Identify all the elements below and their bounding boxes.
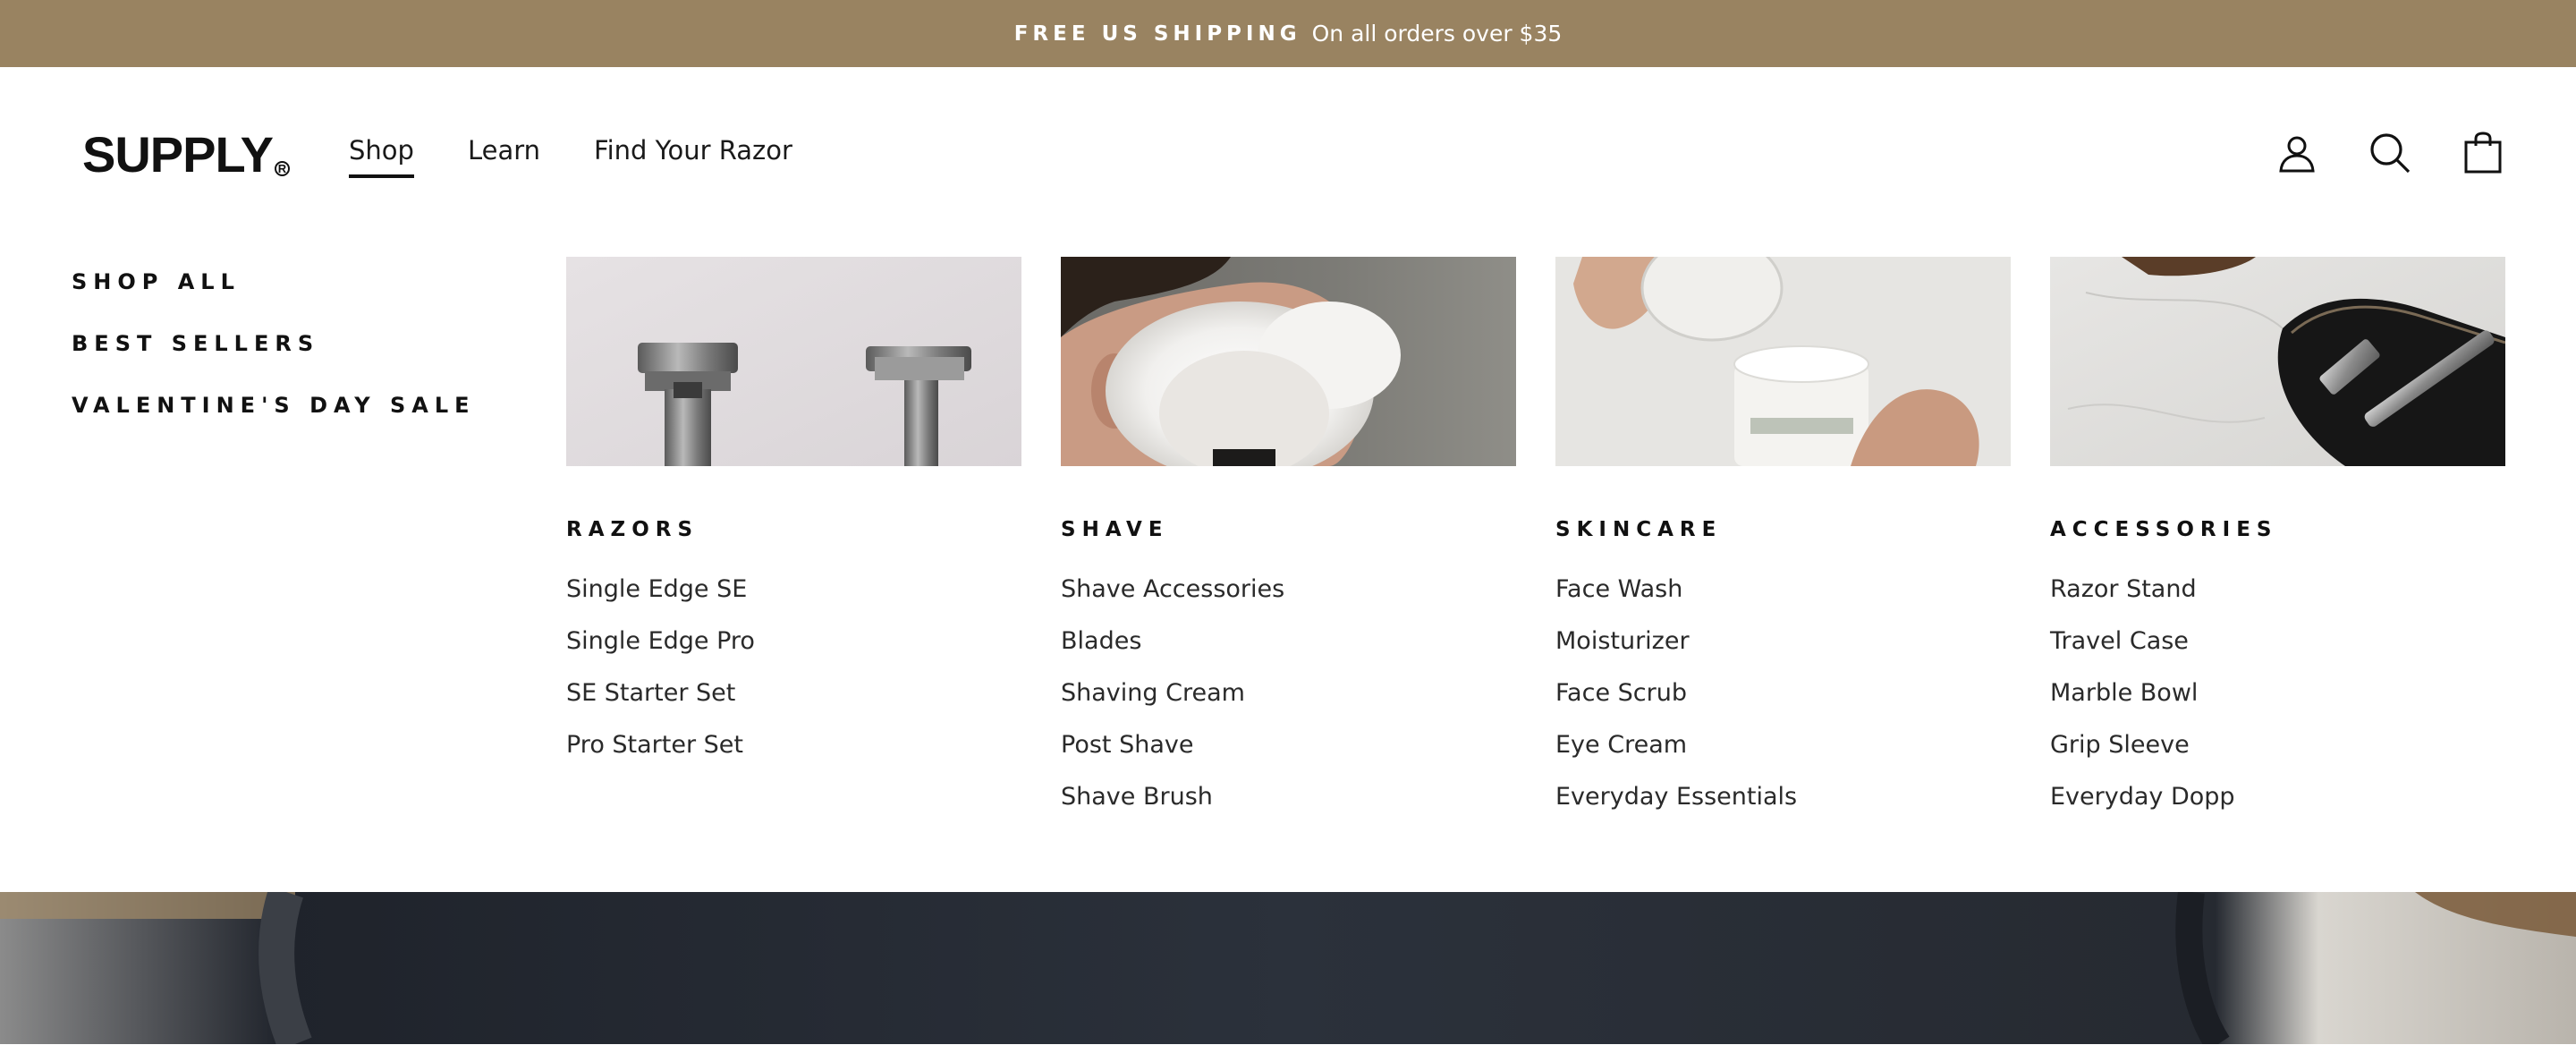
- menu-link[interactable]: Shave Accessories: [1061, 575, 1516, 603]
- announcement-bar: FREE US SHIPPING On all orders over $35: [0, 0, 2576, 67]
- menu-column-title[interactable]: RAZORS: [566, 516, 1021, 543]
- account-icon[interactable]: [2275, 132, 2318, 174]
- menu-link[interactable]: Razor Stand: [2050, 575, 2505, 603]
- menu-link[interactable]: Eye Cream: [1555, 731, 2011, 759]
- menu-link[interactable]: Everyday Essentials: [1555, 783, 2011, 811]
- shave-image[interactable]: [1061, 257, 1516, 466]
- menu-link-best-sellers[interactable]: BEST SELLERS: [72, 332, 476, 356]
- header-icons: [2275, 132, 2504, 174]
- menu-column-razors: RAZORS Single Edge SE Single Edge Pro SE…: [566, 257, 1021, 759]
- menu-link[interactable]: Blades: [1061, 627, 1516, 655]
- menu-column-title[interactable]: SHAVE: [1061, 516, 1516, 543]
- menu-link[interactable]: Everyday Dopp: [2050, 783, 2505, 811]
- menu-link-valentines-day-sale[interactable]: VALENTINE'S DAY SALE: [72, 394, 476, 418]
- menu-link[interactable]: Single Edge SE: [566, 575, 1021, 603]
- menu-column-links: Face Wash Moisturizer Face Scrub Eye Cre…: [1555, 575, 2011, 811]
- menu-column-accessories: ACCESSORIES Razor Stand Travel Case Marb…: [2050, 257, 2505, 811]
- brand-wordmark: SUPPLY: [82, 126, 274, 183]
- page-bottom-gap: [0, 1044, 2576, 1062]
- brand-logo[interactable]: SUPPLY R: [82, 126, 290, 180]
- menu-link[interactable]: Shaving Cream: [1061, 679, 1516, 707]
- nav-learn[interactable]: Learn: [468, 135, 540, 178]
- menu-column-links: Razor Stand Travel Case Marble Bowl Grip…: [2050, 575, 2505, 811]
- menu-link[interactable]: Travel Case: [2050, 627, 2505, 655]
- menu-link[interactable]: SE Starter Set: [566, 679, 1021, 707]
- cart-icon[interactable]: [2462, 132, 2504, 174]
- shop-mega-menu: SHOP ALL BEST SELLERS VALENTINE'S DAY SA…: [0, 188, 2576, 892]
- accessories-image[interactable]: [2050, 257, 2505, 466]
- menu-column-title[interactable]: SKINCARE: [1555, 516, 2011, 543]
- razors-image[interactable]: [566, 257, 1021, 466]
- menu-link[interactable]: Single Edge Pro: [566, 627, 1021, 655]
- menu-link[interactable]: Marble Bowl: [2050, 679, 2505, 707]
- announcement-strong: FREE US SHIPPING: [1013, 21, 1301, 46]
- menu-side-links: SHOP ALL BEST SELLERS VALENTINE'S DAY SA…: [72, 270, 476, 418]
- main-nav: Shop Learn Find Your Razor: [349, 135, 792, 178]
- menu-link[interactable]: Shave Brush: [1061, 783, 1516, 811]
- nav-find-your-razor[interactable]: Find Your Razor: [594, 135, 792, 178]
- site-header: SUPPLY R Shop Learn Find Your Razor: [0, 67, 2576, 188]
- announcement-text: On all orders over $35: [1311, 21, 1563, 47]
- menu-link[interactable]: Pro Starter Set: [566, 731, 1021, 759]
- menu-column-title[interactable]: ACCESSORIES: [2050, 516, 2505, 543]
- menu-link-shop-all[interactable]: SHOP ALL: [72, 270, 476, 294]
- skincare-image[interactable]: [1555, 257, 2011, 466]
- hero-image: [0, 892, 2576, 1044]
- registered-mark: R: [274, 161, 290, 176]
- menu-link[interactable]: Face Scrub: [1555, 679, 2011, 707]
- menu-column-shave: SHAVE Shave Accessories Blades Shaving C…: [1061, 257, 1516, 811]
- menu-link[interactable]: Face Wash: [1555, 575, 2011, 603]
- menu-link[interactable]: Moisturizer: [1555, 627, 2011, 655]
- menu-column-links: Shave Accessories Blades Shaving Cream P…: [1061, 575, 1516, 811]
- menu-link[interactable]: Grip Sleeve: [2050, 731, 2505, 759]
- menu-column-links: Single Edge SE Single Edge Pro SE Starte…: [566, 575, 1021, 759]
- menu-link[interactable]: Post Shave: [1061, 731, 1516, 759]
- menu-column-skincare: SKINCARE Face Wash Moisturizer Face Scru…: [1555, 257, 2011, 811]
- search-icon[interactable]: [2368, 132, 2411, 174]
- nav-shop[interactable]: Shop: [349, 135, 414, 178]
